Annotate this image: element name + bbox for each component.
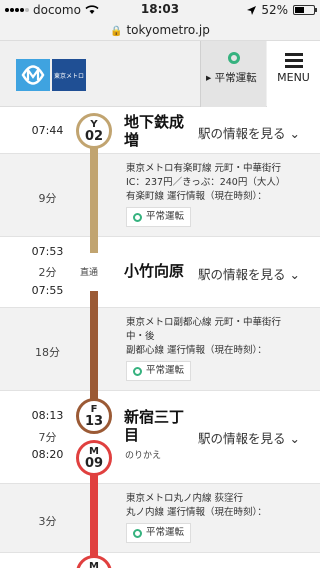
chevron-down-icon: ⌄ xyxy=(289,267,300,282)
line-status-chip[interactable]: 平常運転 xyxy=(126,361,192,381)
transfer-note: のりかえ xyxy=(125,451,162,461)
station-number-badge: Y 02 xyxy=(76,113,112,149)
ride-duration: 18分 xyxy=(35,346,60,359)
chevron-right-icon: ▸ xyxy=(206,72,215,84)
station-info-link[interactable]: 駅の情報を見る ⌄ xyxy=(198,123,300,142)
station-info-link[interactable]: 駅の情報を見る ⌄ xyxy=(198,428,300,447)
station-number: 09 xyxy=(84,456,104,471)
segment-line-desc: 東京メトロ有楽町線 元町・中華街行 xyxy=(126,163,282,174)
route-segment: 9分 東京メトロ有楽町線 元町・中華街行 IC：237円／きっぷ：240円（大人… xyxy=(0,153,320,237)
departure-time: 07:44 xyxy=(31,124,64,137)
battery-percent: 52% xyxy=(261,3,288,17)
normal-service-icon xyxy=(133,212,142,222)
arrival-time: 07:53 xyxy=(31,245,64,258)
station-name-line1: 新宿三丁 xyxy=(124,408,185,426)
location-arrow-icon xyxy=(247,5,257,15)
stop-duration: 7分 xyxy=(38,431,57,444)
route-timeline: 9分 東京メトロ有楽町線 元町・中華街行 IC：237円／きっぷ：240円（大人… xyxy=(0,108,320,568)
segment-details: 東京メトロ有楽町線 元町・中華街行 IC：237円／きっぷ：240円（大人） 有… xyxy=(126,162,312,227)
status-bar: docomo 18:03 52% xyxy=(0,0,320,20)
segment-fare: IC：237円／きっぷ：240円（大人） xyxy=(126,177,286,188)
segment-status-heading: 丸ノ内線 運行情報（現在時刻）： xyxy=(126,507,267,518)
station-number: 02 xyxy=(84,129,104,144)
chevron-down-icon: ⌄ xyxy=(289,126,300,141)
status-right: 52% xyxy=(247,3,317,17)
service-status-label: ▸ 平常運転 xyxy=(206,70,257,85)
station-number-badge: M 09 xyxy=(76,440,112,476)
battery-icon xyxy=(293,5,317,15)
through-service-tag: 直通 xyxy=(80,268,99,278)
arrival-time: 08:13 xyxy=(31,409,64,422)
route-line-fukutoshin xyxy=(90,291,98,401)
url-bar[interactable]: 🔒 tokyometro.jp xyxy=(0,20,320,41)
station-number-badge: F 13 xyxy=(76,398,112,434)
departure-time: 07:55 xyxy=(31,284,64,297)
line-status-chip[interactable]: 平常運転 xyxy=(126,207,192,227)
segment-line-desc: 東京メトロ丸ノ内線 荻窪行 xyxy=(126,493,244,504)
metro-symbol-icon xyxy=(16,59,50,91)
segment-details: 東京メトロ丸ノ内線 荻窪行 丸ノ内線 運行情報（現在時刻）： 平常運転 xyxy=(126,492,312,543)
service-status-text: 平常運転 xyxy=(214,72,257,84)
segment-status-heading: 有楽町線 運行情報（現在時刻）： xyxy=(126,191,267,202)
segment-details: 東京メトロ副都心線 元町・中華街行 中・後 副都心線 運行情報（現在時刻）： 平… xyxy=(126,316,312,381)
station-info-text: 駅の情報を見る xyxy=(198,267,286,282)
line-status-text: 平常運転 xyxy=(146,365,185,376)
segment-line-desc: 東京メトロ副都心線 元町・中華街行 xyxy=(126,317,282,328)
station-number: 13 xyxy=(84,414,104,429)
departure-time: 08:20 xyxy=(31,448,64,461)
station-name[interactable]: 新宿三丁目 xyxy=(124,408,184,444)
station-name[interactable]: 地下鉄成増 xyxy=(124,113,184,149)
chevron-down-icon: ⌄ xyxy=(289,431,300,446)
station-info-text: 駅の情報を見る xyxy=(198,431,286,446)
segment-line-desc-cont: 中・後 xyxy=(126,331,155,342)
station-info-text: 駅の情報を見る xyxy=(198,126,286,141)
route-segment: 3分 東京メトロ丸ノ内線 荻窪行 丸ノ内線 運行情報（現在時刻）： 平常運転 xyxy=(0,483,320,553)
normal-service-icon xyxy=(133,366,142,376)
stop-duration: 2分 xyxy=(38,266,57,279)
tokyo-metro-logo[interactable]: 東京メトロ xyxy=(16,59,86,91)
station-name-line2: 目 xyxy=(124,426,140,444)
line-status-text: 平常運転 xyxy=(146,527,185,538)
route-line-yurakucho xyxy=(90,138,98,253)
route-segment: 18分 東京メトロ副都心線 元町・中華街行 中・後 副都心線 運行情報（現在時刻… xyxy=(0,307,320,391)
menu-button[interactable]: MENU xyxy=(267,41,320,107)
ride-duration: 9分 xyxy=(38,192,57,205)
ride-duration: 3分 xyxy=(38,515,57,528)
line-status-chip[interactable]: 平常運転 xyxy=(126,523,192,543)
service-status-button[interactable]: ▸ 平常運転 xyxy=(200,41,266,107)
line-status-text: 平常運転 xyxy=(146,211,185,222)
station-info-link[interactable]: 駅の情報を見る ⌄ xyxy=(198,264,300,283)
logo-wordmark: 東京メトロ xyxy=(52,59,86,91)
normal-service-icon xyxy=(228,52,240,64)
lock-icon: 🔒 xyxy=(110,26,123,37)
menu-label: MENU xyxy=(277,71,310,84)
site-header: 東京メトロ ▸ 平常運転 MENU xyxy=(0,41,320,107)
hamburger-icon xyxy=(285,53,303,71)
normal-service-icon xyxy=(133,528,142,538)
station-name[interactable]: 小竹向原 xyxy=(124,262,184,280)
line-letter: M xyxy=(89,561,99,568)
station-number-badge: M xyxy=(76,555,112,568)
url-host: tokyometro.jp xyxy=(126,23,210,37)
segment-status-heading: 副都心線 運行情報（現在時刻）： xyxy=(126,345,267,356)
